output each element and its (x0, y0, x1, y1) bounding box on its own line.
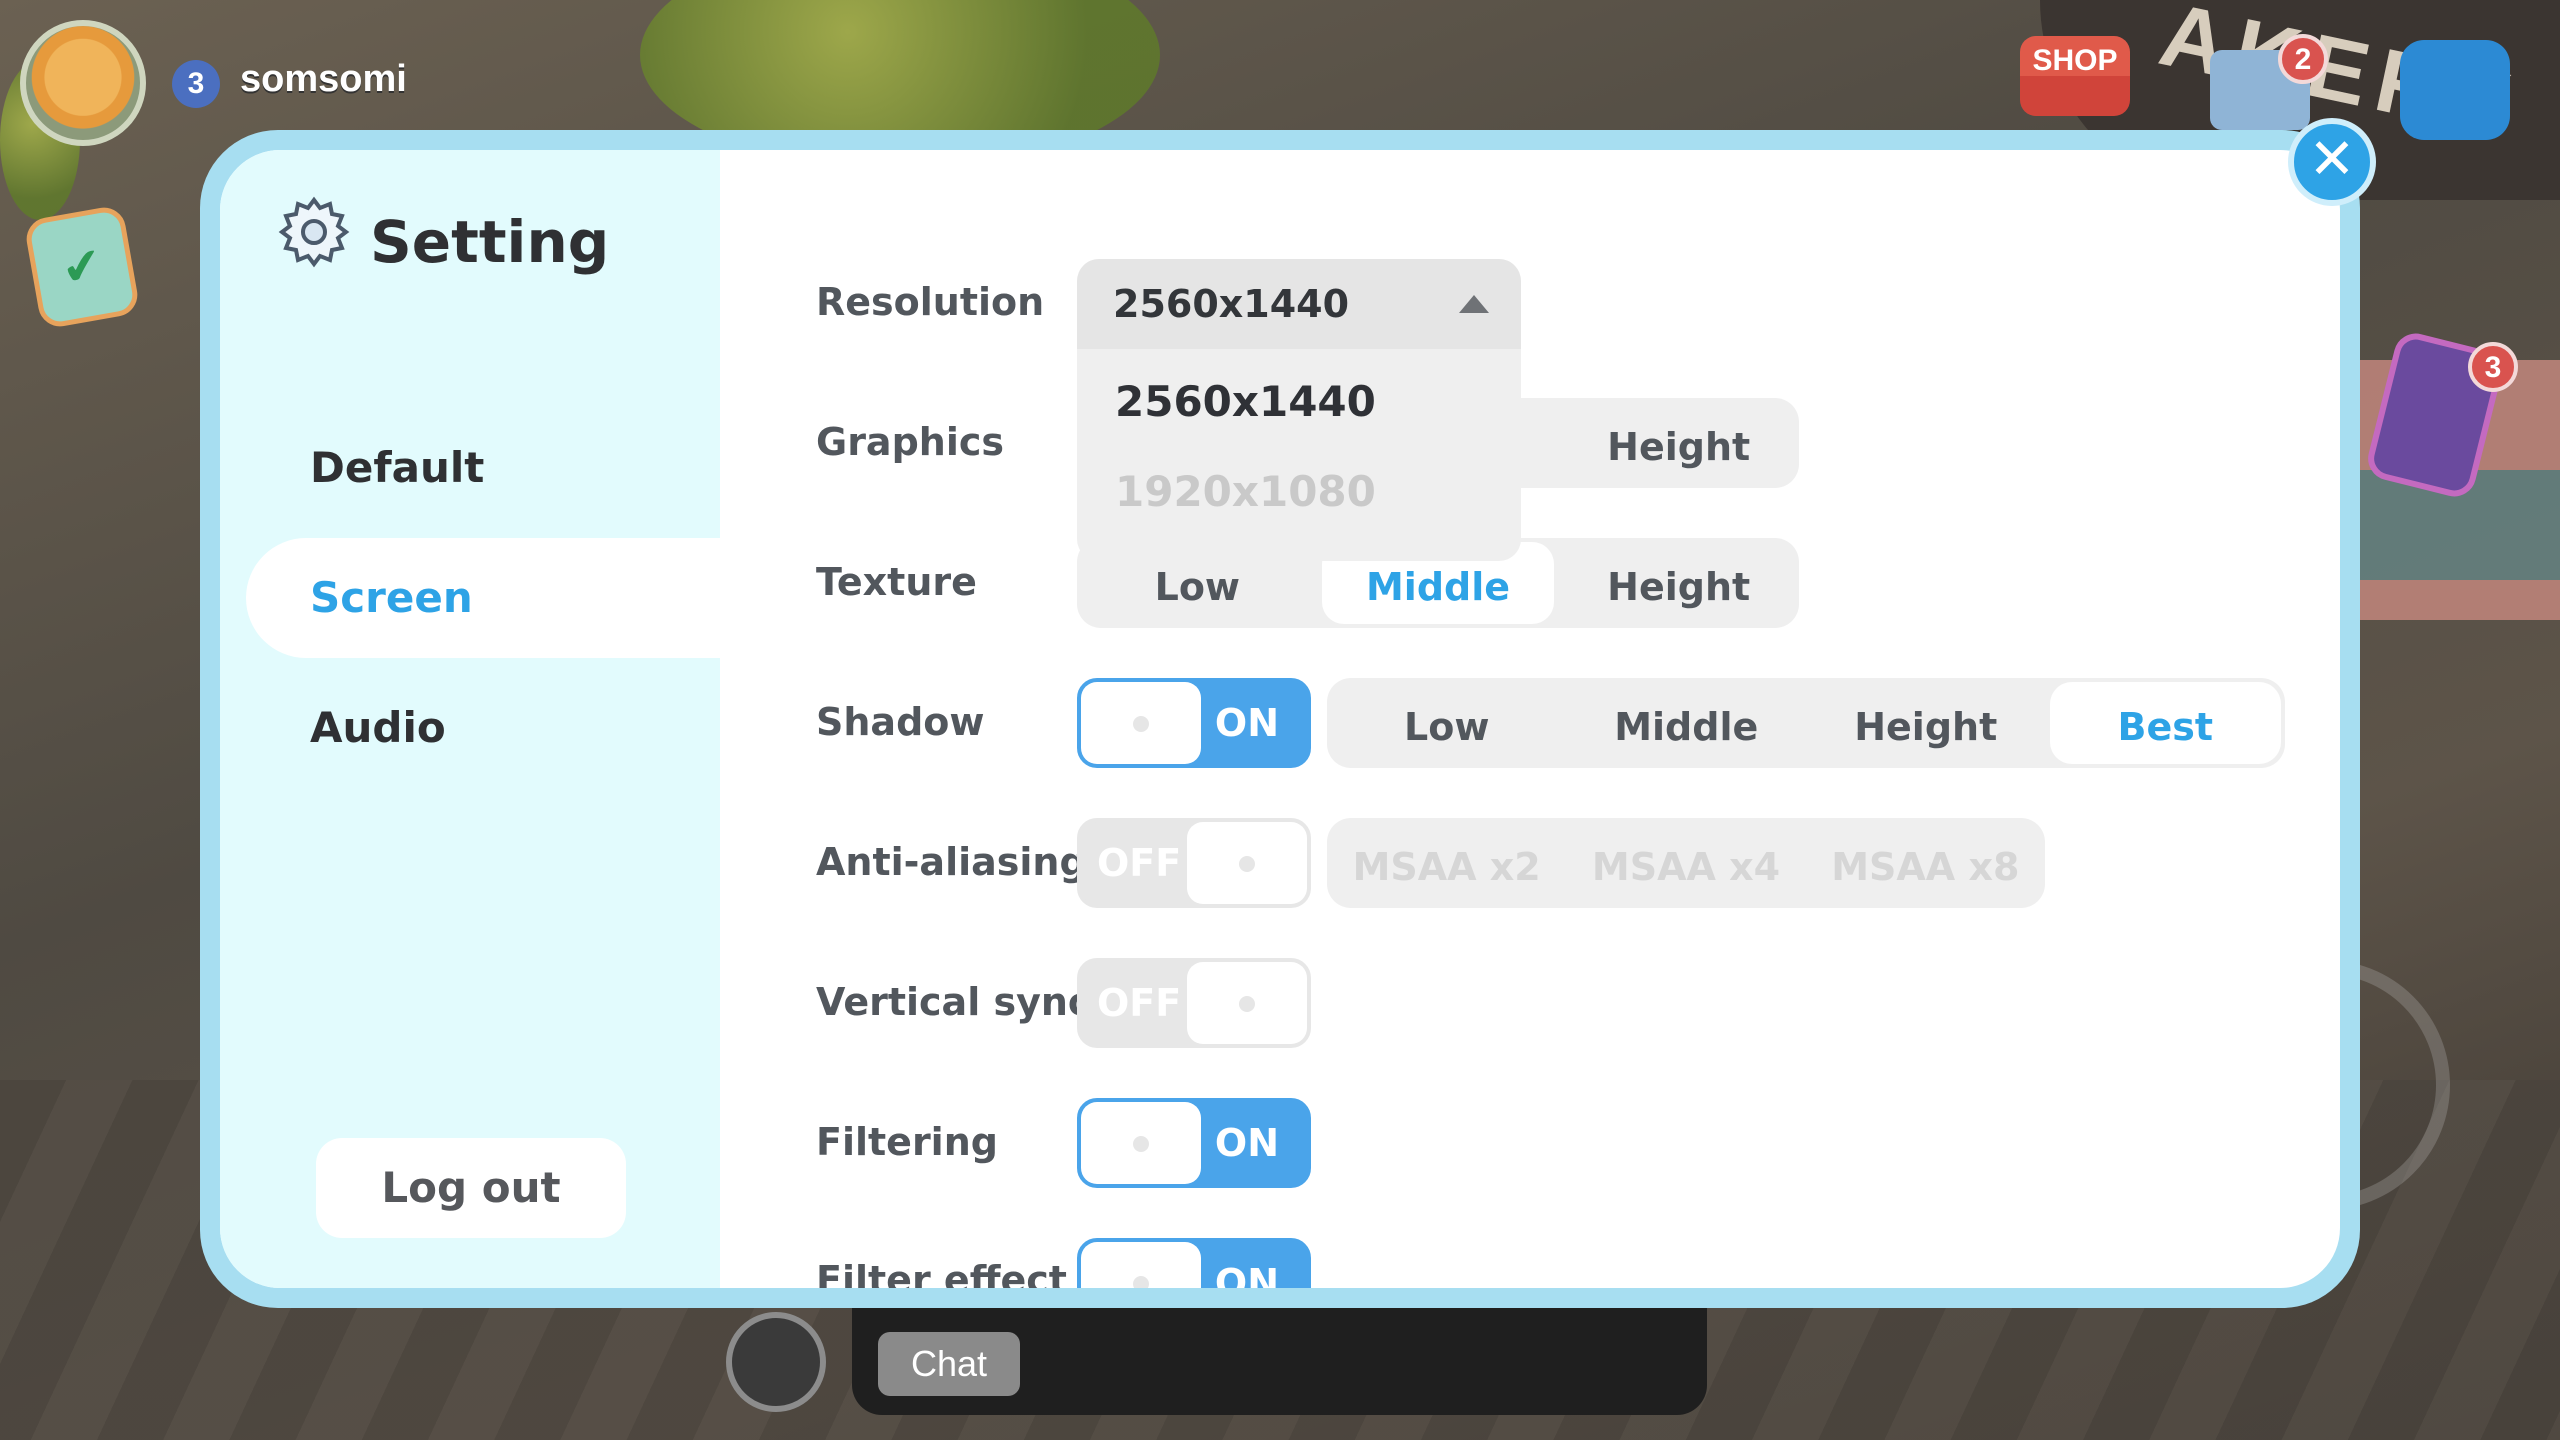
resolution-dropdown: 2560x1440 1920x1080 (1077, 349, 1521, 561)
level-badge: 3 (172, 60, 220, 108)
logout-button[interactable]: Log out (316, 1138, 626, 1238)
filtering-label: Filtering (816, 1120, 998, 1164)
shadow-option-middle[interactable]: Middle (1571, 682, 1803, 764)
filter-effect-label: Filter effect (816, 1258, 1067, 1288)
username: somsomi (240, 58, 407, 100)
filter-effect-toggle[interactable]: ON (1077, 1238, 1311, 1288)
toggle-knob (1187, 962, 1307, 1044)
graphics-label: Graphics (816, 420, 1004, 464)
aa-option-msaa-x4: MSAA x4 (1591, 845, 1781, 889)
mail-count-badge: 2 (2278, 34, 2328, 84)
player-avatar[interactable] (20, 20, 146, 146)
toggle-state: ON (1214, 1121, 1279, 1165)
toggle-knob (1081, 1242, 1201, 1288)
toggle-state: OFF (1097, 841, 1182, 885)
shadow-label: Shadow (816, 700, 985, 744)
shadow-option-low[interactable]: Low (1331, 682, 1563, 764)
resolution-label: Resolution (816, 280, 1045, 324)
sidebar-item-screen[interactable]: Screen (246, 538, 746, 658)
chat-button[interactable]: Chat (878, 1332, 1020, 1396)
backpack-icon[interactable] (2400, 40, 2510, 140)
toggle-knob (1187, 822, 1307, 904)
sidebar-item-audio[interactable]: Audio (264, 668, 764, 788)
aa-option-msaa-x2: MSAA x2 (1352, 845, 1541, 889)
anti-aliasing-label: Anti-aliasing (816, 840, 1087, 884)
screen-settings-panel: Resolution 2560x1440 2560x1440 1920x1080… (720, 150, 2340, 1288)
resolution-select[interactable]: 2560x1440 (1077, 259, 1521, 349)
vertical-sync-toggle[interactable]: OFF (1077, 958, 1311, 1048)
settings-title: Setting (370, 208, 610, 276)
shadow-option-best[interactable]: Best (2049, 682, 2281, 764)
toggle-state: OFF (1097, 981, 1182, 1025)
close-icon[interactable]: ✕ (2288, 118, 2376, 206)
aa-option-msaa-x8: MSAA x8 (1831, 845, 2020, 889)
settings-dialog: Setting Default Screen Audio Log out Res… (200, 130, 2360, 1308)
pet-face-icon[interactable] (726, 1312, 826, 1412)
resolution-option[interactable]: 1920x1080 (1115, 467, 1376, 516)
toggle-knob (1081, 1102, 1201, 1184)
shadow-segmented-control: Low Middle Height Best (1327, 678, 2285, 768)
resolution-option[interactable]: 2560x1440 (1115, 377, 1376, 426)
toggle-state: ON (1214, 701, 1279, 745)
shadow-toggle[interactable]: ON (1077, 678, 1311, 768)
caret-up-icon (1459, 295, 1489, 313)
shop-button[interactable]: SHOP (2020, 36, 2130, 116)
filtering-toggle[interactable]: ON (1077, 1098, 1311, 1188)
vertical-sync-label: Vertical sync (816, 980, 1091, 1024)
toggle-knob (1081, 682, 1201, 764)
anti-aliasing-toggle[interactable]: OFF (1077, 818, 1311, 908)
settings-dialog-body: Setting Default Screen Audio Log out Res… (220, 150, 2340, 1288)
graphics-option-height[interactable]: Height (1562, 402, 1795, 484)
shop-label: SHOP (2032, 44, 2118, 77)
texture-label: Texture (816, 560, 977, 604)
settings-sidebar: Setting Default Screen Audio Log out (220, 150, 746, 1288)
gear-icon (278, 196, 350, 268)
quest-clipboard-icon[interactable]: ✔ (23, 204, 141, 330)
texture-option-height[interactable]: Height (1562, 542, 1795, 624)
sidebar-item-default[interactable]: Default (264, 408, 764, 528)
shadow-option-height[interactable]: Height (1810, 682, 2042, 764)
resolution-value: 2560x1440 (1113, 282, 1350, 326)
phone-count-badge: 3 (2468, 342, 2518, 392)
toggle-state: ON (1214, 1261, 1279, 1288)
anti-aliasing-segmented-control: MSAA x2 MSAA x4 MSAA x8 (1327, 818, 2045, 908)
